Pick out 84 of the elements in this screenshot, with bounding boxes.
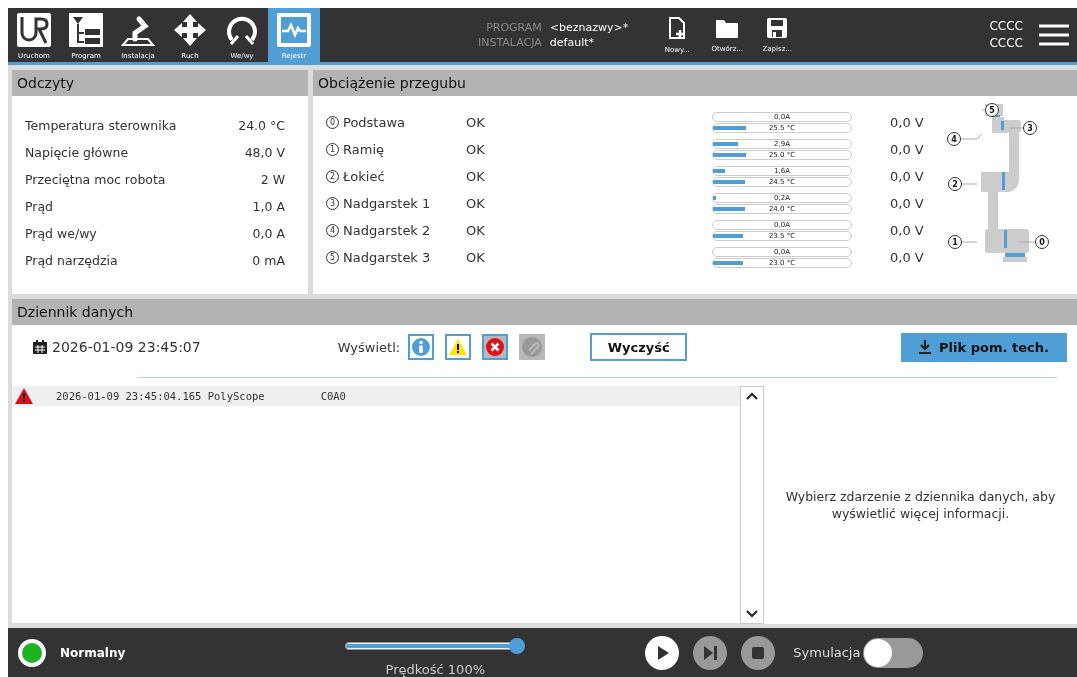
joint-name: Łokieć — [343, 169, 385, 184]
robot-arm-icon — [121, 13, 155, 47]
reading-value: 2 W — [259, 171, 285, 189]
filter-toggle[interactable] — [519, 334, 546, 360]
joint-name: Nadgarstek 3 — [343, 250, 431, 265]
joint-status: OK — [466, 249, 486, 267]
program-name: <beznazwy>* — [549, 20, 629, 35]
reading-value: 48,0 V — [243, 144, 285, 162]
log-datetime: 2026-01-09 23:45:07 — [52, 339, 201, 355]
joint-status: OK — [466, 141, 486, 159]
program-tree-icon — [69, 13, 103, 47]
move-arrows-icon — [173, 13, 207, 47]
folder-icon — [715, 17, 740, 39]
waveform-icon — [277, 13, 311, 47]
joint-voltage: 0,0 V — [890, 141, 925, 159]
log-entry[interactable]: 2026-01-09 23:45:04.165 PolyScope C0A0 — [12, 386, 740, 406]
detail-message: Wybierz zdarzenie z dziennika danych, aby wyświetlić więcej informacji. — [784, 488, 1057, 523]
joint-status: OK — [466, 114, 486, 132]
joint-voltage: 0,0 V — [890, 168, 925, 186]
joint-name: Ramię — [343, 142, 384, 157]
leader-line — [961, 241, 978, 243]
menu-icon[interactable] — [1039, 23, 1069, 47]
robot-name: CCCC — [989, 18, 1023, 35]
new-file-icon — [668, 16, 687, 40]
reading-label: Prąd we/wy — [25, 225, 98, 243]
joint-voltage: 0,0 V — [890, 195, 925, 213]
reading-label: Temperatura sterownika — [25, 117, 178, 135]
filter-toggle[interactable] — [445, 334, 472, 360]
filter-toggle[interactable] — [482, 334, 509, 360]
calendar-icon — [32, 339, 48, 355]
panel-title: Odczyty — [12, 70, 308, 96]
panel-title: Dziennik danych — [12, 299, 1077, 325]
leader-line — [961, 183, 978, 185]
scroll-down-icon[interactable] — [746, 610, 758, 618]
joint-status: OK — [466, 222, 486, 240]
reading-label: Prąd narzędzia — [25, 252, 119, 270]
clear-button[interactable]: Wyczyść — [590, 333, 688, 361]
slider-handle[interactable] — [509, 638, 526, 654]
reading-value: 0,0 A — [251, 225, 285, 243]
reading-value: 1,0 A — [251, 198, 285, 216]
support-file-button[interactable]: Plik pom. tech. — [901, 332, 1067, 362]
joint-label: 3 — [1023, 121, 1037, 135]
reading-label: Przeciętna moc robota — [25, 171, 167, 189]
joint-voltage: 0,0 V — [890, 249, 925, 267]
joint-name: Nadgarstek 2 — [343, 223, 431, 238]
joint-voltage: 0,0 V — [890, 222, 925, 240]
joint-name: Nadgarstek 1 — [343, 196, 431, 211]
leader-line — [1018, 241, 1036, 243]
simulation-label: Symulacja — [793, 645, 861, 660]
reading-label: Prąd — [25, 198, 55, 216]
info-icon — [412, 338, 431, 356]
joint-label: 4 — [947, 132, 961, 146]
speed-label: Prędkość 100% — [385, 662, 485, 677]
installation-label: INSTALACJA — [478, 35, 542, 50]
simulation-toggle[interactable] — [863, 637, 924, 668]
panel-title: Obciążenie przegubu — [313, 70, 1077, 96]
joint-name: Podstawa — [343, 115, 406, 130]
play-icon[interactable] — [645, 635, 680, 670]
installation-name: default* — [549, 35, 596, 50]
reading-value: 0 mA — [251, 252, 285, 270]
joint-label: 2 — [948, 177, 962, 191]
warning-icon — [15, 388, 33, 404]
robot-name: CCCC — [989, 35, 1023, 52]
error-icon — [486, 338, 505, 356]
joint-voltage: 0,0 V — [890, 114, 925, 132]
leader-line — [960, 133, 983, 140]
joint-label: 1 — [948, 235, 962, 249]
joint-label: 0 — [1035, 235, 1049, 249]
filter-label: Wyświetl: — [337, 339, 401, 355]
logo-icon — [17, 13, 51, 47]
download-icon — [919, 340, 932, 354]
reading-label: Napięcie główne — [25, 144, 130, 162]
stop-icon[interactable] — [741, 635, 776, 670]
paperclip-icon — [522, 337, 543, 357]
joint-status: OK — [466, 168, 486, 186]
robot-status: Normalny — [60, 645, 126, 660]
joint-status: OK — [466, 195, 486, 213]
program-label: PROGRAM — [485, 20, 542, 35]
scroll-up-icon[interactable] — [746, 392, 758, 400]
speed-slider[interactable] — [345, 638, 526, 654]
reading-value: 24.0 °C — [237, 117, 285, 135]
step-icon[interactable] — [693, 635, 728, 670]
warning-icon — [449, 339, 468, 355]
filter-toggle[interactable] — [408, 334, 435, 360]
